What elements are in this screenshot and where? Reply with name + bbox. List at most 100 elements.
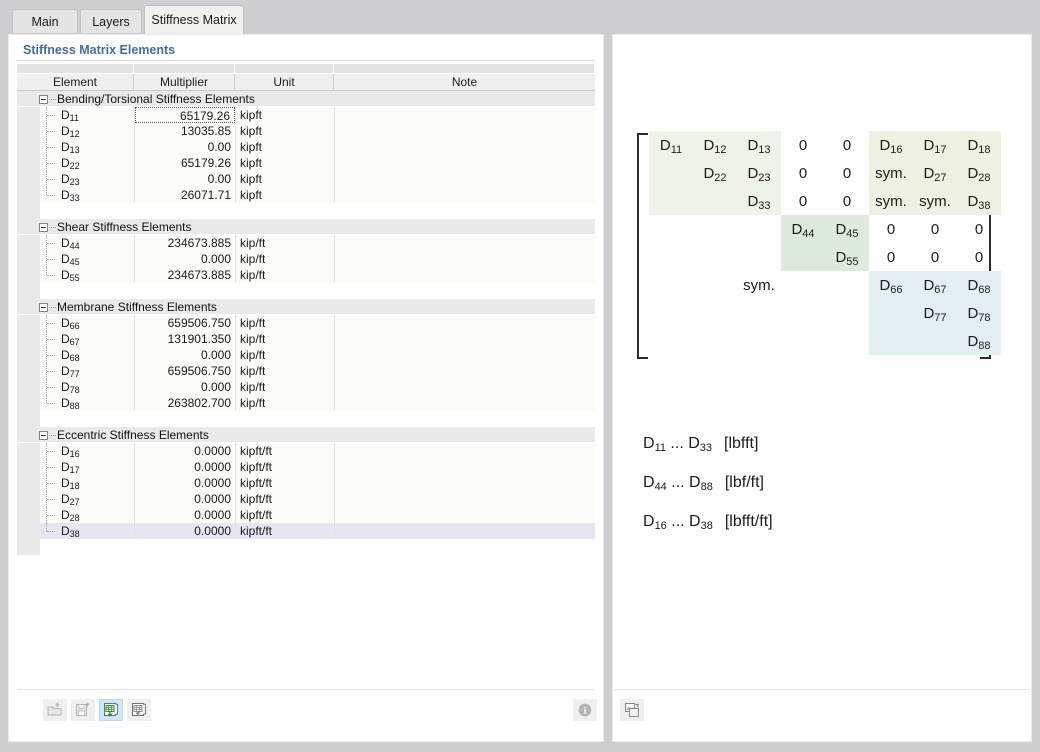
cell-separator <box>235 475 236 491</box>
cell-separator <box>235 523 236 539</box>
table-row[interactable]: D55234673.885kip/ft <box>17 267 595 283</box>
cell-element: D77 <box>61 363 80 379</box>
collapse-minus-icon[interactable] <box>39 223 48 232</box>
table-row[interactable]: D160.0000kipft/ft <box>17 443 595 459</box>
tab-main[interactable]: Main <box>12 9 78 34</box>
matrix-cell-r1c5: 0 <box>825 131 869 159</box>
copy-image-button[interactable] <box>620 699 644 721</box>
column-header-note[interactable]: Note <box>334 74 595 91</box>
matrix-table: D11D12D1300D16D17D18D22D2300sym.D27D28D3… <box>649 131 1001 355</box>
cell-multiplier[interactable]: 131901.350 <box>135 331 235 347</box>
cell-separator <box>235 139 236 155</box>
column-resize-handle[interactable] <box>17 64 134 73</box>
group-header-row[interactable]: Membrane Stiffness Elements <box>17 299 595 315</box>
table-row[interactable]: D280.0000kipft/ft <box>17 507 595 523</box>
matrix-row: D88 <box>649 327 1001 355</box>
table-row[interactable]: D130.00kipft <box>17 139 595 155</box>
table-row[interactable]: D44234673.885kip/ft <box>17 235 595 251</box>
column-resize-handle[interactable] <box>235 64 334 73</box>
table-row[interactable]: D680.000kip/ft <box>17 347 595 363</box>
row-gutter <box>17 539 40 555</box>
table-row[interactable]: D1213035.85kipft <box>17 123 595 139</box>
collapse-minus-icon[interactable] <box>39 431 48 440</box>
cell-multiplier[interactable]: 0.000 <box>135 379 235 395</box>
cell-multiplier[interactable]: 0.000 <box>135 347 235 363</box>
table-row[interactable]: D450.000kip/ft <box>17 251 595 267</box>
legend-subscript: 33 <box>700 442 712 454</box>
matrix-cell-r8c7 <box>913 327 957 355</box>
group-header-row[interactable]: Eccentric Stiffness Elements <box>17 427 595 443</box>
cell-multiplier[interactable]: 13035.85 <box>135 123 235 139</box>
collapse-minus-icon[interactable] <box>39 95 48 104</box>
table-row[interactable]: D77659506.750kip/ft <box>17 363 595 379</box>
copy-image-icon <box>624 702 640 718</box>
tree-horizontal-line <box>47 371 55 373</box>
grid-title: Stiffness Matrix Elements <box>17 41 595 61</box>
cell-multiplier[interactable]: 0.0000 <box>135 507 235 523</box>
tree-horizontal-line <box>47 323 55 325</box>
legend-symbol: D44 <box>643 474 667 491</box>
cell-multiplier[interactable]: 0.0000 <box>135 459 235 475</box>
table-row[interactable]: D67131901.350kip/ft <box>17 331 595 347</box>
cell-multiplier[interactable]: 0.00 <box>135 139 235 155</box>
matrix-cell-r2c7: D27 <box>913 159 957 187</box>
cell-unit: kipft/ft <box>240 507 272 523</box>
tab-layers[interactable]: Layers <box>80 9 142 34</box>
cell-element: D67 <box>61 331 80 347</box>
table-row[interactable]: D88263802.700kip/ft <box>17 395 595 411</box>
matrix-cell-r4c8: 0 <box>957 215 1001 243</box>
column-resize-handle[interactable] <box>134 64 235 73</box>
tab-stiffness-matrix[interactable]: Stiffness Matrix <box>144 5 244 34</box>
cell-separator <box>334 507 335 523</box>
table-row[interactable]: D230.00kipft <box>17 171 595 187</box>
info-icon: i <box>577 702 593 718</box>
matrix-cell-r4c6: 0 <box>869 215 913 243</box>
legend-symbol: D88 <box>689 474 713 491</box>
cell-multiplier[interactable]: 0.000 <box>135 251 235 267</box>
stiffness-elements-grid[interactable]: Bending/Torsional Stiffness ElementsD116… <box>17 91 595 687</box>
right-panel-toolbar <box>614 689 1030 736</box>
cell-multiplier[interactable]: 659506.750 <box>135 315 235 331</box>
cell-multiplier[interactable]: 0.0000 <box>135 491 235 507</box>
cell-unit: kip/ft <box>240 347 265 363</box>
column-header-multiplier[interactable]: Multiplier <box>134 74 235 91</box>
tree-connector <box>49 307 56 309</box>
cell-multiplier[interactable]: 26071.71 <box>135 187 235 203</box>
tree-connector <box>49 227 56 229</box>
cell-multiplier[interactable]: 65179.26 <box>135 107 235 123</box>
table-row[interactable]: D3326071.71kipft <box>17 187 595 203</box>
table-row[interactable]: D1165179.26kipft <box>17 107 595 123</box>
cell-element: D17 <box>61 459 80 475</box>
column-header-unit[interactable]: Unit <box>235 74 334 91</box>
row-gutter <box>17 475 40 491</box>
cell-multiplier[interactable]: 65179.26 <box>135 155 235 171</box>
tree-horizontal-line <box>47 387 55 389</box>
cell-multiplier[interactable]: 0.0000 <box>135 523 235 539</box>
cell-multiplier[interactable]: 0.0000 <box>135 475 235 491</box>
table-row[interactable]: D17 0.0000 kipft/ft <box>17 459 595 475</box>
matrix-cell-r6c5 <box>825 271 869 299</box>
table-row[interactable]: D180.0000kipft/ft <box>17 475 595 491</box>
collapse-minus-icon[interactable] <box>39 303 48 312</box>
table-row[interactable]: D2265179.26kipft <box>17 155 595 171</box>
cell-multiplier[interactable]: 659506.750 <box>135 363 235 379</box>
table-row[interactable]: D270.0000kipft/ft <box>17 491 595 507</box>
column-resize-handle[interactable] <box>334 64 595 73</box>
cell-multiplier[interactable]: 234673.885 <box>135 235 235 251</box>
column-header-element[interactable]: Element <box>17 74 134 91</box>
export-to-excel-button[interactable] <box>99 699 123 721</box>
matrix-cell-r5c8: 0 <box>957 243 1001 271</box>
import-from-excel-button[interactable] <box>127 699 151 721</box>
cell-multiplier[interactable]: 0.0000 <box>135 443 235 459</box>
group-header-row[interactable]: Bending/Torsional Stiffness Elements <box>17 91 595 107</box>
table-row[interactable]: D780.000kip/ft <box>17 379 595 395</box>
cell-multiplier[interactable]: 263802.700 <box>135 395 235 411</box>
cell-multiplier[interactable]: 234673.885 <box>135 267 235 283</box>
table-row[interactable]: D66659506.750kip/ft <box>17 315 595 331</box>
cell-unit: kipft/ft <box>240 459 272 475</box>
cell-unit: kipft <box>240 171 262 187</box>
group-header-row[interactable]: Shear Stiffness Elements <box>17 219 595 235</box>
cell-multiplier[interactable]: 0.00 <box>135 171 235 187</box>
table-row[interactable]: D380.0000kipft/ft <box>17 523 595 539</box>
info-button[interactable]: i <box>573 699 597 721</box>
